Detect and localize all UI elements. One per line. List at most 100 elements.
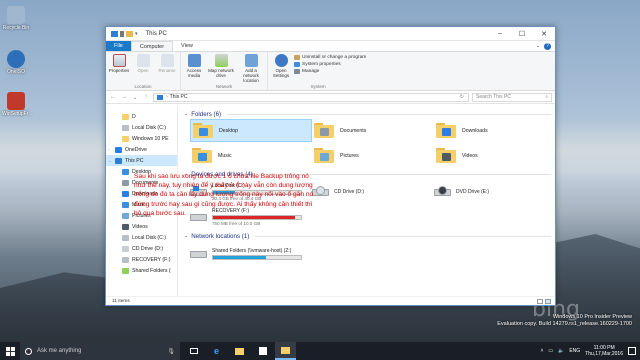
taskbar-store[interactable] [252, 342, 273, 360]
drive-name: CD Drive (D:) [334, 188, 364, 195]
nav-item[interactable]: Local Disk (C:) [106, 122, 177, 133]
folder-icon [235, 347, 244, 355]
cortana-search[interactable]: Ask me anything 🎙 [20, 342, 180, 360]
nav-item-label: OneDrive [125, 146, 147, 153]
drive-name: Shared Folders (\\vmware-host) (Z:) [212, 247, 292, 254]
nav-item-label: Videos [132, 223, 148, 230]
chevron-up-icon[interactable]: ˄ [540, 348, 543, 354]
status-bar: 11 items [106, 296, 555, 305]
taskbar-explorer-active[interactable] [275, 342, 296, 360]
access-media-button[interactable]: Access media [183, 53, 205, 83]
edge-icon: e [213, 346, 219, 356]
new-folder-icon[interactable] [126, 30, 133, 37]
folder-item[interactable]: Pictures [312, 144, 434, 167]
properties-button[interactable]: Properties [108, 53, 130, 83]
section-folders[interactable]: ⌄ Folders (6) [184, 109, 551, 119]
tab-view[interactable]: View [173, 41, 201, 51]
map-network-drive-button[interactable]: Map network drive [207, 53, 235, 83]
pc-icon [157, 94, 163, 100]
language-indicator[interactable]: ENG [569, 348, 580, 354]
tab-file[interactable]: File [106, 41, 131, 51]
search-input[interactable]: Search This PC ⌕ [472, 92, 552, 102]
cortana-icon [25, 347, 32, 355]
chevron-down-icon[interactable]: ⌄ [536, 43, 540, 49]
network-drive-icon [122, 267, 129, 274]
properties-small-icon[interactable] [120, 30, 124, 37]
nav-item[interactable]: Shared Folders ( [106, 265, 177, 276]
help-icon[interactable]: ? [544, 42, 551, 50]
programs-icon [294, 55, 300, 60]
start-button[interactable] [0, 342, 20, 360]
ribbon-group-location: Properties Open Rename Location [106, 52, 181, 90]
folder-icon [436, 148, 456, 163]
folder-item[interactable]: Music [190, 144, 312, 167]
rename-button[interactable]: Rename [156, 53, 178, 83]
pc-icon[interactable] [111, 30, 118, 37]
ribbon-group-system: Open Settings Uninstall or change a prog… [268, 52, 368, 90]
taskbar: Ask me anything 🎙 e ˄ ▭ 🔈 ENG 11:00 PM T… [0, 342, 640, 360]
chevron-down-icon[interactable]: ▾ [135, 31, 138, 37]
microphone-icon[interactable]: 🎙 [167, 348, 175, 355]
breadcrumb-separator: › [166, 94, 168, 100]
network-icon[interactable]: ▭ [548, 348, 553, 354]
nav-item[interactable]: ⌄ This PC [106, 155, 177, 166]
watermark-line-1: Windows 10 Pro Insider Preview [552, 314, 632, 320]
open-settings-button[interactable]: Open Settings [270, 53, 292, 83]
drive-item[interactable]: DVD Drive (E:) [434, 179, 555, 204]
chevron-down-icon[interactable]: ⌄ [131, 94, 139, 101]
details-view-icon[interactable] [537, 298, 543, 304]
system-properties-button[interactable]: System properties [294, 62, 366, 67]
desktop-icon-winsetup[interactable]: WinSetupFr... [2, 92, 32, 117]
maximize-button[interactable]: ☐ [511, 27, 533, 40]
large-icons-view-icon[interactable] [545, 298, 551, 304]
forward-icon[interactable]: → [120, 94, 128, 100]
nav-item[interactable]: D [106, 111, 177, 122]
folder-item[interactable]: Documents [312, 119, 434, 142]
network-location-icon [244, 54, 258, 67]
notifications-icon[interactable] [628, 347, 636, 355]
taskbar-edge[interactable]: e [206, 342, 227, 360]
refresh-icon[interactable]: ↻ [460, 94, 464, 100]
taskbar-explorer[interactable] [229, 342, 250, 360]
close-button[interactable]: ✕ [533, 27, 555, 40]
nav-item[interactable]: CD Drive (D:) [106, 243, 177, 254]
onedrive-icon [115, 146, 122, 153]
tab-computer[interactable]: Computer [130, 41, 174, 51]
task-view-button[interactable] [183, 342, 204, 360]
nav-item[interactable]: RECOVERY (F:) [106, 254, 177, 265]
system-tray: ˄ ▭ 🔈 ENG 11:00 PM Thu,17,Mar,2016 [540, 345, 640, 357]
dvd-drive-icon [434, 185, 451, 198]
add-network-location-button[interactable]: Add a network location [237, 53, 265, 83]
clock[interactable]: 11:00 PM Thu,17,Mar,2016 [585, 345, 623, 357]
volume-icon[interactable]: 🔈 [558, 348, 564, 354]
address-bar[interactable]: › This PC ↻ [153, 92, 469, 102]
manage-button[interactable]: Manage [294, 69, 366, 74]
folder-label: Documents [340, 127, 367, 134]
nav-item[interactable]: Local Disk (C:) [106, 232, 177, 243]
open-button[interactable]: Open [132, 53, 154, 83]
folder-item[interactable]: Downloads [434, 119, 555, 142]
chevron-right-icon[interactable]: › [108, 147, 112, 152]
drive-item[interactable]: Shared Folders (\\vmware-host) (Z:) [190, 241, 312, 266]
drive-item[interactable]: CD Drive (D:) [312, 179, 434, 204]
rename-icon [160, 54, 174, 67]
section-network[interactable]: ⌄ Network locations (1) [184, 231, 551, 241]
drive-icon [122, 256, 129, 263]
nav-item[interactable]: › OneDrive [106, 144, 177, 155]
drive-icon [190, 248, 207, 260]
nav-item[interactable]: Videos [106, 221, 177, 232]
system-commands: Uninstall or change a program System pro… [294, 53, 366, 83]
folders-grid: Desktop Documents Downloads Music Pictures Vi… [190, 119, 551, 167]
uninstall-program-button[interactable]: Uninstall or change a program [294, 55, 366, 60]
desktop-icon-oneiso[interactable]: OneISO [2, 50, 30, 75]
back-icon[interactable]: ← [109, 94, 117, 100]
media-icon [187, 54, 201, 67]
minimize-button[interactable]: – [489, 27, 511, 40]
up-icon[interactable]: ↑ [142, 94, 150, 100]
nav-item[interactable]: Windows 10 PE [106, 133, 177, 144]
ribbon-group-network: Access media Map network drive Add a net… [181, 52, 268, 90]
folder-item[interactable]: Videos [434, 144, 555, 167]
folder-item[interactable]: Desktop [190, 119, 312, 142]
desktop-icon-recycle-bin[interactable]: Recycle Bin [2, 6, 30, 31]
chevron-down-icon[interactable]: ⌄ [108, 158, 112, 163]
